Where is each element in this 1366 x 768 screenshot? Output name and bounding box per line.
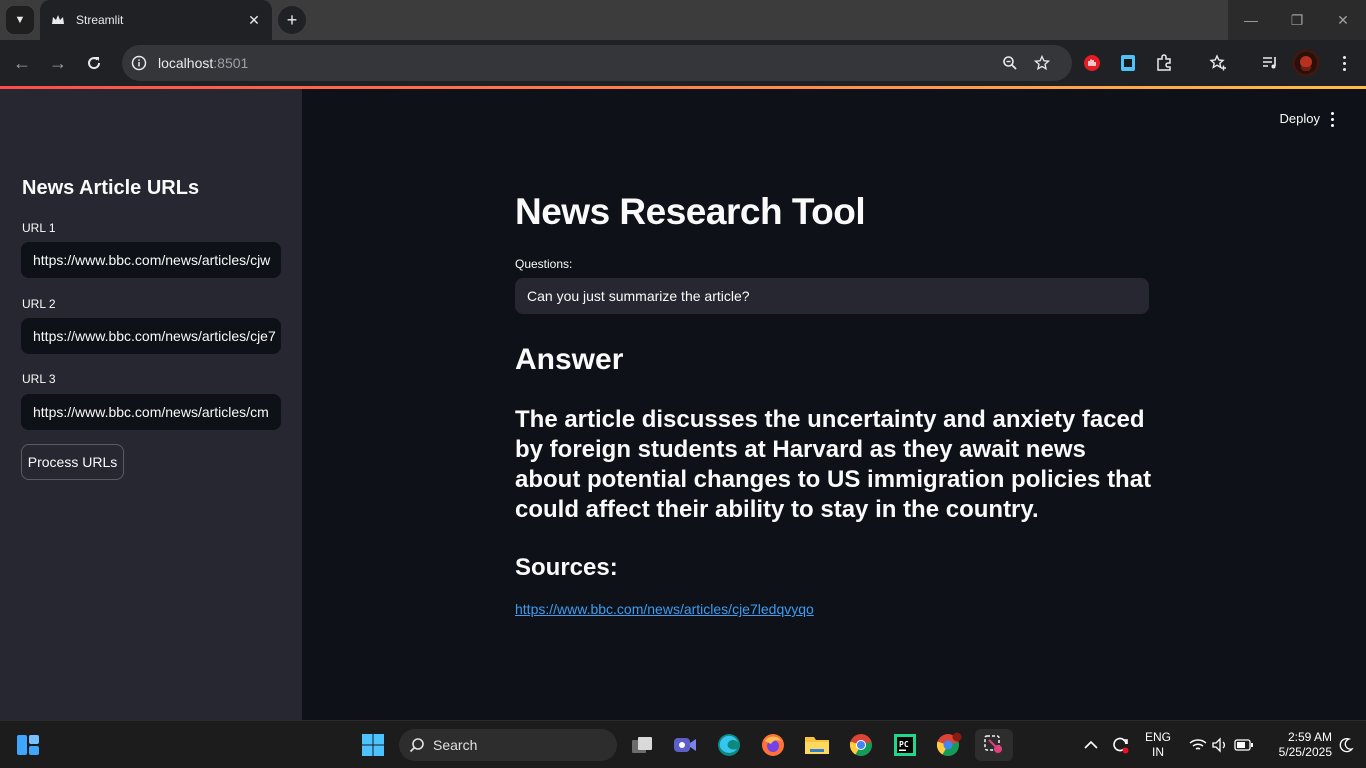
question-input[interactable]: Can you just summarize the article?: [515, 278, 1149, 314]
chrome-icon[interactable]: [845, 729, 877, 761]
file-explorer-icon[interactable]: [801, 729, 833, 761]
source-link[interactable]: https://www.bbc.com/news/articles/cje7le…: [515, 601, 814, 617]
bookmark-star-icon[interactable]: [1026, 47, 1058, 79]
taskbar-search[interactable]: Search: [399, 729, 617, 761]
url-3-input[interactable]: https://www.bbc.com/news/articles/cm: [21, 394, 281, 430]
battery-icon[interactable]: [1228, 729, 1260, 761]
main-content: Deploy News Research Tool Questions: Can…: [302, 89, 1366, 720]
app-menu-kebab-icon[interactable]: [1324, 109, 1340, 129]
window-close-icon[interactable]: ✕: [1320, 0, 1366, 40]
address-bar[interactable]: localhost:8501: [122, 45, 1072, 81]
browser-toolbar: ← → localhost:8501: [0, 40, 1366, 86]
snipping-tool-icon[interactable]: [975, 729, 1013, 761]
zoom-icon[interactable]: [994, 47, 1026, 79]
minimize-icon[interactable]: —: [1228, 0, 1274, 40]
tab-title: Streamlit: [76, 13, 124, 27]
browser-tab-bar: ▼ Streamlit ✕ + — ❐ ✕: [0, 0, 1366, 40]
firefox-icon[interactable]: [757, 729, 789, 761]
answer-text: The article discusses the uncertainty an…: [515, 406, 1152, 523]
teams-meet-icon[interactable]: [669, 729, 701, 761]
url-1-input[interactable]: https://www.bbc.com/news/articles/cjw: [21, 242, 281, 278]
svg-text:PC: PC: [899, 740, 909, 749]
tab-search-chevron-icon[interactable]: ▼: [6, 6, 34, 34]
favorites-icon[interactable]: [1204, 49, 1232, 77]
widgets-icon[interactable]: [12, 729, 44, 761]
windows-start-icon[interactable]: [357, 729, 389, 761]
url-1-label: URL 1: [22, 221, 56, 235]
url-3-label: URL 3: [22, 372, 56, 386]
notification-moon-icon[interactable]: [1330, 729, 1362, 761]
sidebar: News Article URLs URL 1 https://www.bbc.…: [0, 89, 302, 720]
tab-close-icon[interactable]: ✕: [244, 10, 264, 30]
sidebar-heading: News Article URLs: [22, 177, 200, 199]
url-2-label: URL 2: [22, 297, 56, 311]
task-view-icon[interactable]: [626, 729, 658, 761]
edge-browser-icon[interactable]: [713, 729, 745, 761]
language-code: ENG: [1144, 730, 1171, 744]
clock-time: 2:59 AM: [1287, 730, 1332, 744]
search-label: Search: [433, 737, 478, 753]
clock-date: 5/25/2025: [1278, 745, 1332, 759]
browser-tab[interactable]: Streamlit ✕: [40, 0, 272, 40]
new-tab-plus-icon[interactable]: +: [278, 6, 306, 34]
restore-icon[interactable]: ❐: [1274, 0, 1320, 40]
forward-arrow-icon[interactable]: →: [44, 49, 72, 77]
question-label: Questions:: [515, 257, 573, 271]
site-info-icon[interactable]: [126, 50, 152, 76]
extensions-puzzle-icon[interactable]: [1150, 49, 1178, 77]
reload-icon[interactable]: [80, 49, 108, 77]
search-icon: [409, 737, 425, 753]
pycharm-icon[interactable]: PC: [889, 729, 921, 761]
streamlit-crown-icon: [50, 12, 66, 28]
media-control-icon[interactable]: [1256, 49, 1284, 77]
url-text: localhost:8501: [158, 55, 994, 71]
region-code: IN: [1152, 745, 1164, 759]
url-host: localhost: [158, 55, 214, 71]
process-urls-button[interactable]: Process URLs: [21, 444, 124, 480]
adblock-extension-icon[interactable]: [1078, 49, 1106, 77]
taskbar: Search PC ENG IN 2:59 AM 5/25/2025: [0, 720, 1366, 768]
reader-extension-icon[interactable]: [1114, 49, 1142, 77]
page-title: News Research Tool: [515, 191, 866, 232]
profile-avatar[interactable]: [1292, 49, 1320, 77]
sources-heading: Sources:: [515, 554, 618, 581]
answer-heading: Answer: [515, 343, 624, 376]
sync-status-icon[interactable]: [1104, 729, 1136, 761]
show-hidden-icons-chevron-icon[interactable]: [1075, 729, 1107, 761]
browser-menu-kebab-icon[interactable]: [1330, 49, 1358, 77]
back-arrow-icon[interactable]: ←: [8, 49, 36, 77]
deploy-button[interactable]: Deploy: [1280, 111, 1320, 126]
url-port: :8501: [213, 55, 249, 71]
window-controls: — ❐ ✕: [1228, 0, 1366, 40]
url-2-input[interactable]: https://www.bbc.com/news/articles/cje7: [21, 318, 281, 354]
language-indicator[interactable]: ENG IN: [1140, 730, 1176, 760]
clock[interactable]: 2:59 AM 5/25/2025: [1262, 730, 1332, 760]
chrome-profile-icon[interactable]: [933, 729, 965, 761]
